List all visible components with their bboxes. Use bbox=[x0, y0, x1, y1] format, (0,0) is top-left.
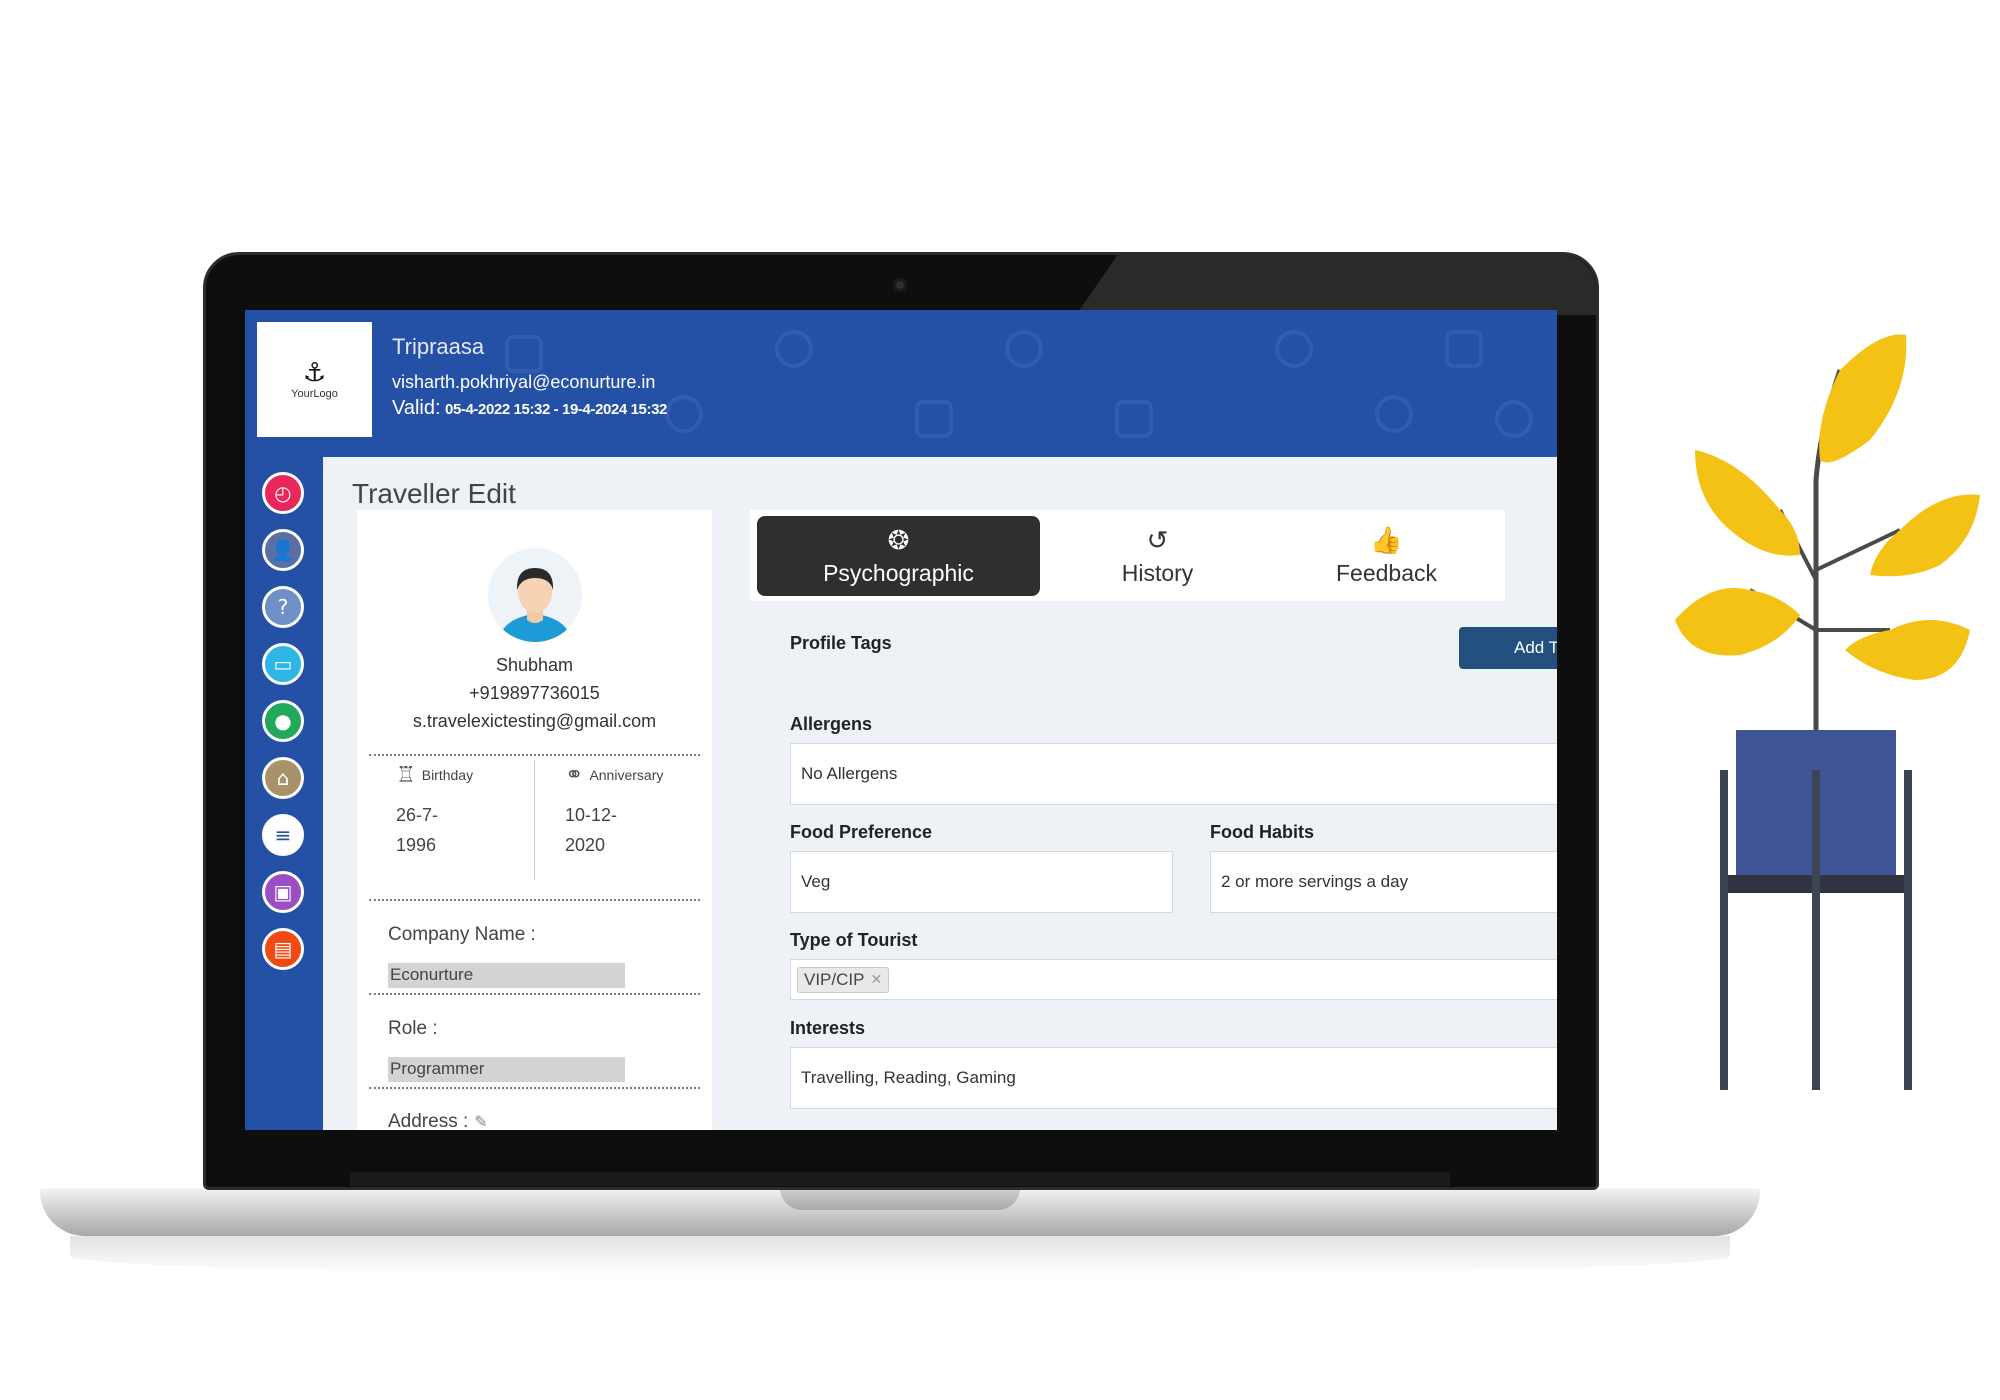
remove-tag-icon[interactable]: ✕ bbox=[870, 971, 882, 988]
header-pattern-icon bbox=[1275, 330, 1313, 368]
food-preference-input[interactable]: Veg bbox=[790, 851, 1173, 913]
company-logo[interactable]: ⚓ YourLogo bbox=[257, 322, 372, 437]
traveller-name: Shubham bbox=[495, 655, 574, 675]
booking-screen-icon[interactable]: ▭ bbox=[262, 643, 304, 685]
food-habits-label: Food Habits bbox=[1210, 822, 1314, 842]
plant-illustration bbox=[1675, 334, 1980, 1090]
validity-row: Valid: 05-4-2022 15:32 - 19-4-2024 15:32 bbox=[392, 397, 667, 420]
birthday-value: 26-7-1996 bbox=[396, 805, 439, 855]
lid-glare bbox=[1076, 255, 1596, 315]
cake-icon: ♖ bbox=[396, 762, 416, 787]
company-field[interactable]: Econurture bbox=[388, 963, 625, 988]
thumbs-up-icon: 👍 bbox=[1370, 525, 1403, 555]
header-pattern-icon bbox=[1375, 395, 1413, 433]
birthday-header: ♖ Birthday bbox=[396, 762, 556, 788]
birthday-label: Birthday bbox=[421, 767, 474, 783]
tab-label: Feedback bbox=[1335, 560, 1437, 586]
history-icon: ↺ bbox=[1146, 525, 1169, 555]
divider bbox=[369, 899, 700, 901]
laptop-screen: ⚓ YourLogo Tripraasa visharth.pokhriyal@… bbox=[245, 310, 1557, 1130]
address-row: Address : ✎ bbox=[388, 1111, 488, 1130]
laptop-base-notch bbox=[780, 1188, 1020, 1210]
header-pattern-icon bbox=[775, 330, 813, 368]
food-preference-label: Food Preference bbox=[790, 822, 933, 842]
anniversary-value: 10-12-2020 bbox=[565, 805, 618, 855]
divider bbox=[369, 754, 700, 756]
tourist-type-input[interactable]: VIP/CIP ✕ bbox=[790, 959, 1557, 1000]
avatar[interactable] bbox=[488, 548, 582, 642]
ship-logo-icon: ⚓ bbox=[302, 357, 327, 388]
pencil-edit-icon[interactable]: ✎ bbox=[474, 1114, 487, 1130]
tab-label: Psychographic bbox=[823, 560, 974, 586]
tourist-type-tag: VIP/CIP ✕ bbox=[797, 966, 890, 993]
traveller-email: s.travelexictesting@gmail.com bbox=[412, 711, 657, 731]
user-avatar-icon bbox=[488, 548, 582, 642]
header-pattern-icon bbox=[1005, 330, 1043, 368]
role-label: Role : bbox=[388, 1018, 438, 1039]
logo-text: YourLogo bbox=[291, 387, 338, 400]
app-header: ⚓ YourLogo Tripraasa visharth.pokhriyal@… bbox=[245, 310, 1557, 457]
laptop-shadow bbox=[70, 1236, 1730, 1276]
valid-label: Valid: bbox=[392, 397, 441, 419]
tab-label: History bbox=[1121, 560, 1194, 586]
dashboard-gauge-icon[interactable]: ◴ bbox=[262, 472, 304, 514]
header-account-info: Tripraasa visharth.pokhriyal@econurture.… bbox=[392, 334, 667, 420]
header-pattern-icon bbox=[1115, 400, 1153, 438]
laptop-hinge bbox=[350, 1172, 1450, 1186]
profile-card: Shubham +919897736015 s.travelexictestin… bbox=[357, 510, 712, 1130]
traveller-phone: +919897736015 bbox=[469, 683, 600, 703]
tourist-type-label: Type of Tourist bbox=[790, 930, 918, 950]
tab-psychographic[interactable]: ❂ Psychographic bbox=[757, 516, 1040, 596]
account-email: visharth.pokhriyal@econurture.in bbox=[392, 372, 656, 392]
divider bbox=[369, 1087, 700, 1089]
sidebar: ◴ 👤 ? ▭ ● ⌂ ≡ ▣ ▤ bbox=[245, 457, 323, 1130]
webcam-icon bbox=[893, 278, 907, 292]
leaf bbox=[1819, 334, 1907, 463]
profile-tabs: ❂ Psychographic ↺ History 👍 Feedback bbox=[750, 510, 1505, 601]
allergens-input[interactable]: No Allergens bbox=[790, 743, 1557, 805]
user-settings-icon[interactable]: 👤 bbox=[262, 529, 304, 571]
brain-icon: ❂ bbox=[887, 525, 910, 555]
leaf bbox=[1675, 588, 1800, 656]
interests-input[interactable]: Travelling, Reading, Gaming bbox=[790, 1047, 1557, 1109]
company-label: Company Name : bbox=[388, 924, 536, 945]
tag-label: VIP/CIP bbox=[804, 969, 865, 989]
birthday-section: ♖ Birthday 26-7-1996 bbox=[396, 762, 556, 860]
address-label: Address : bbox=[388, 1111, 469, 1130]
stage: ⚓ YourLogo Tripraasa visharth.pokhriyal@… bbox=[0, 0, 2000, 1400]
profile-tags-label: Profile Tags bbox=[790, 633, 892, 653]
interests-label: Interests bbox=[790, 1018, 866, 1038]
search-list-icon[interactable]: ≡ bbox=[262, 814, 304, 856]
hotel-bed-icon[interactable]: ⌂ bbox=[262, 757, 304, 799]
briefcase-icon[interactable]: ▤ bbox=[262, 928, 304, 970]
group-users-icon[interactable]: ● bbox=[262, 700, 304, 742]
tab-feedback[interactable]: 👍 Feedback bbox=[1245, 516, 1528, 596]
food-habits-input[interactable]: 2 or more servings a day bbox=[1210, 851, 1557, 913]
vertical-divider bbox=[534, 760, 535, 880]
header-pattern-icon bbox=[1495, 400, 1533, 438]
anniversary-section: ⚭ Anniversary 10-12-2020 bbox=[565, 762, 725, 860]
header-pattern-icon bbox=[1445, 330, 1483, 368]
anniversary-header: ⚭ Anniversary bbox=[565, 762, 725, 788]
anniversary-label: Anniversary bbox=[589, 767, 664, 783]
gift-icon[interactable]: ▣ bbox=[262, 871, 304, 913]
header-pattern-icon bbox=[915, 400, 953, 438]
add-tag-button[interactable]: Add Ta bbox=[1459, 627, 1557, 669]
role-field[interactable]: Programmer bbox=[388, 1057, 625, 1082]
allergens-label: Allergens bbox=[790, 714, 873, 734]
help-document-icon[interactable]: ? bbox=[262, 586, 304, 628]
page-title: Traveller Edit bbox=[352, 478, 516, 509]
leaf bbox=[1695, 450, 1800, 556]
couple-icon: ⚭ bbox=[565, 762, 584, 787]
org-name: Tripraasa bbox=[392, 334, 485, 359]
divider bbox=[369, 993, 700, 995]
header-pattern-icon bbox=[665, 395, 703, 433]
valid-range: 05-4-2022 15:32 - 19-4-2024 15:32 bbox=[445, 401, 667, 418]
